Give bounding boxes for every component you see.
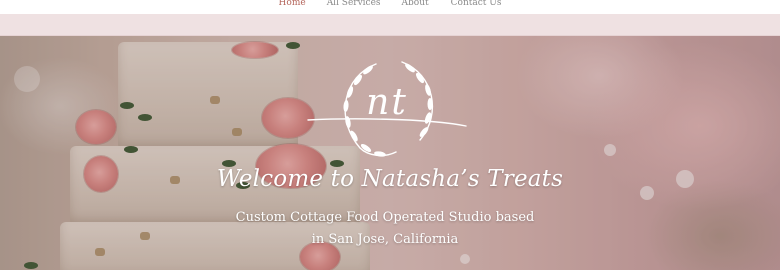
- nav-about-link[interactable]: About: [402, 0, 429, 10]
- main-nav: Home All Services About Contact Us: [0, 0, 780, 10]
- hero-subtitle-line-1: Custom Cottage Food Operated Studio base…: [235, 210, 535, 225]
- top-navigation-bar: Home All Services About Contact Us: [0, 0, 780, 14]
- nav-all-services-link[interactable]: All Services: [327, 0, 381, 10]
- logo-monogram: nt: [366, 82, 408, 123]
- hero-subtitle: Custom Cottage Food Operated Studio base…: [0, 207, 770, 251]
- hero-banner: nt Welcome to Natasha’s Treats Custom Co…: [0, 36, 780, 270]
- header-band: [0, 14, 780, 36]
- natashas-treats-logo: nt: [306, 56, 468, 160]
- hero-title: Welcome to Natasha’s Treats: [216, 166, 564, 192]
- nav-contact-us-link[interactable]: Contact Us: [451, 0, 502, 10]
- hero-subtitle-line-2: in San Jose, California: [311, 232, 459, 247]
- nav-home-link[interactable]: Home: [279, 0, 306, 10]
